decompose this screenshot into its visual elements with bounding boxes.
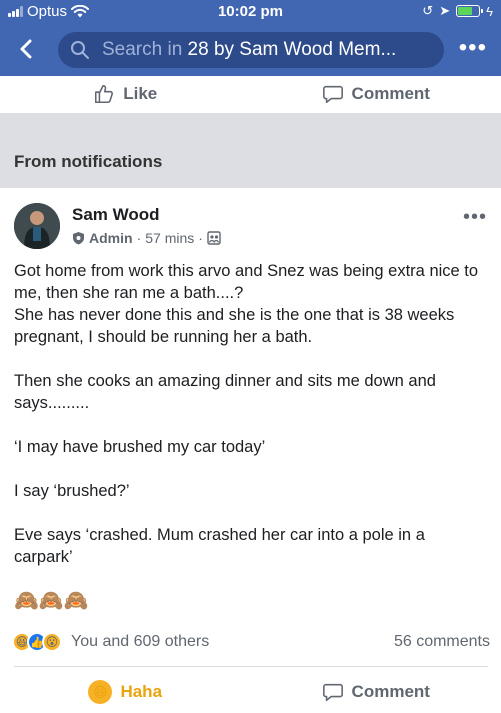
post-emoji-line: 🙈🙈🙈 xyxy=(14,590,89,612)
battery-icon xyxy=(456,5,484,17)
comment-icon xyxy=(322,683,343,702)
nav-bar: Search in 28 by Sam Wood Mem... ••• xyxy=(0,28,501,72)
post-paragraph: ‘I may have brushed my car today’ xyxy=(14,438,266,456)
post-paragraph: Then she cooks an amazing dinner and sit… xyxy=(14,372,436,412)
post-card: Sam Wood Admin · 57 mins · ••• Got home … xyxy=(0,188,501,713)
status-bar: Optus 10:02 pm ↺ ➤ ϟ xyxy=(0,0,501,24)
post-comment-label: Comment xyxy=(351,682,430,701)
group-audience-icon xyxy=(207,231,221,245)
comment-label: Comment xyxy=(351,84,430,103)
comment-icon xyxy=(322,85,343,104)
search-group-name: 28 by Sam Wood Mem... xyxy=(187,39,397,60)
comments-count[interactable]: 56 comments xyxy=(394,633,490,651)
reactions-count[interactable]: You and 609 others xyxy=(71,633,209,651)
chevron-left-icon xyxy=(20,39,32,59)
divider xyxy=(14,666,488,667)
location-icon: ➤ xyxy=(439,3,451,18)
section-title: From notifications xyxy=(14,152,163,171)
post-paragraph: Got home from work this arvo and Snez wa… xyxy=(14,262,479,302)
avatar[interactable] xyxy=(14,203,60,249)
like-label: Like xyxy=(123,84,158,103)
status-right: ↺ ➤ ϟ xyxy=(422,3,493,19)
notifications-section-header: From notifications xyxy=(0,113,501,188)
back-button[interactable] xyxy=(12,34,42,64)
search-text: Search in 28 by Sam Wood Mem... xyxy=(102,39,396,61)
charging-icon: ϟ xyxy=(486,3,493,19)
post-body: Got home from work this arvo and Snez wa… xyxy=(14,260,488,612)
reaction-icons[interactable]: 😆 👍 😮 xyxy=(12,632,62,652)
post-actions: 😆 Haha Comment xyxy=(0,674,501,710)
author-name[interactable]: Sam Wood xyxy=(72,205,160,225)
post-meta: Admin · 57 mins · xyxy=(72,230,221,246)
rotation-lock-icon: ↺ xyxy=(422,3,434,18)
post-paragraph: I say ‘brushed?’ xyxy=(14,482,130,500)
shield-icon xyxy=(73,232,84,245)
haha-icon: 😆 xyxy=(88,680,113,704)
search-prefix: Search in xyxy=(102,39,188,60)
haha-reaction-button[interactable]: 😆 Haha xyxy=(0,674,251,710)
reactions-summary: 😆 👍 😮 You and 609 others 56 comments xyxy=(12,630,490,654)
post-paragraph: She has never done this and she is the o… xyxy=(14,306,455,346)
top-bar: Optus 10:02 pm ↺ ➤ ϟ Search in 28 by Sam… xyxy=(0,0,501,76)
search-icon xyxy=(71,41,89,59)
author-role: Admin xyxy=(89,230,133,246)
post-options-button[interactable]: ••• xyxy=(463,206,487,229)
meta-separator: · xyxy=(136,230,142,246)
meta-separator: · xyxy=(198,230,203,246)
comment-button[interactable]: Comment xyxy=(251,76,501,112)
post-comment-button[interactable]: Comment xyxy=(251,674,501,710)
haha-label: Haha xyxy=(120,682,163,701)
avatar-image xyxy=(14,203,60,249)
group-search-input[interactable]: Search in 28 by Sam Wood Mem... xyxy=(58,32,444,68)
more-options-button[interactable]: ••• xyxy=(459,36,487,60)
like-button[interactable]: Like xyxy=(0,76,251,112)
post-paragraph: Eve says ‘crashed. Mum crashed her car i… xyxy=(14,526,425,566)
wow-reaction-icon: 😮 xyxy=(42,632,62,652)
post-time[interactable]: 57 mins xyxy=(145,230,194,246)
previous-post-actions: Like Comment xyxy=(0,76,501,112)
thumbs-up-icon xyxy=(95,84,114,104)
